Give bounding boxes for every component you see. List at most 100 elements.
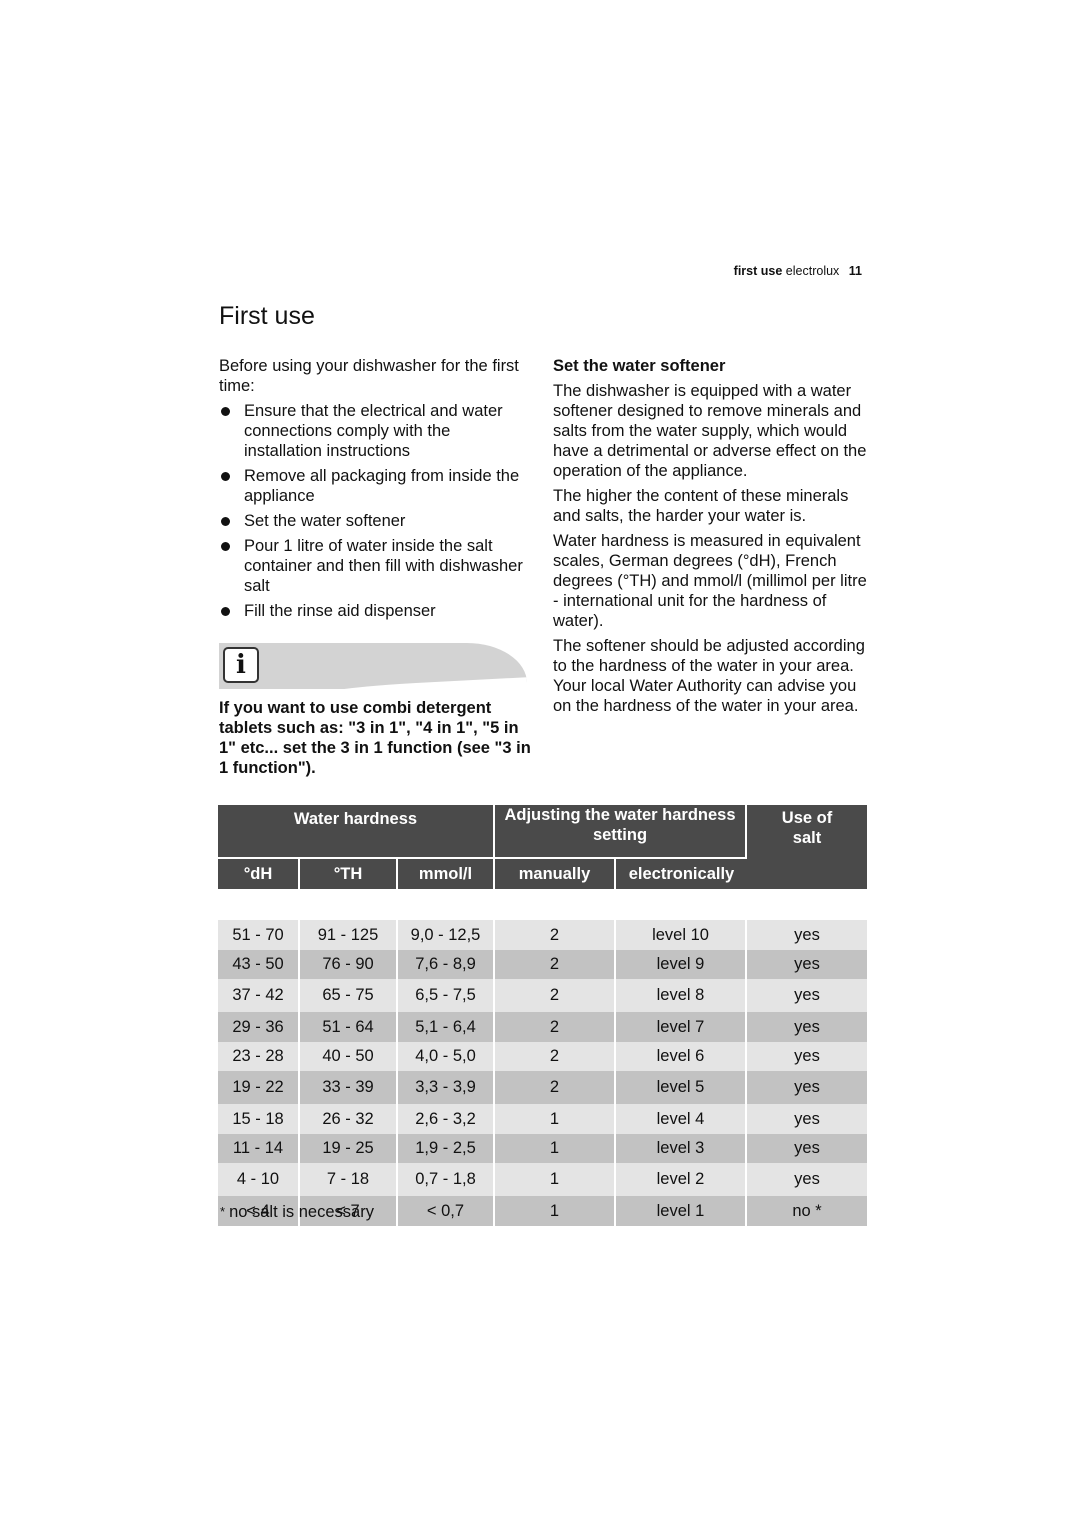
cell-dh: 43 - 50 bbox=[218, 950, 300, 979]
cell-electronically: level 8 bbox=[616, 979, 747, 1012]
cell-th: 51 - 64 bbox=[300, 1012, 398, 1042]
cell-salt: yes bbox=[747, 1104, 867, 1134]
cell-th: 19 - 25 bbox=[300, 1134, 398, 1163]
cell-dh: 4 - 10 bbox=[218, 1163, 300, 1196]
list-item: Set the water softener bbox=[219, 511, 529, 531]
cell-th: 33 - 39 bbox=[300, 1071, 398, 1104]
cell-electronically: level 7 bbox=[616, 1012, 747, 1042]
cell-th: 7 - 18 bbox=[300, 1163, 398, 1196]
cell-dh: 19 - 22 bbox=[218, 1071, 300, 1104]
cell-manually: 1 bbox=[495, 1163, 616, 1196]
header-mmol: mmol/l bbox=[398, 859, 495, 891]
bullet-icon bbox=[221, 607, 230, 616]
cell-dh: 15 - 18 bbox=[218, 1104, 300, 1134]
cell-mmol: 0,7 - 1,8 bbox=[398, 1163, 495, 1196]
cell-mmol: < 0,7 bbox=[398, 1196, 495, 1226]
cell-electronically: level 6 bbox=[616, 1042, 747, 1071]
cell-dh: 51 - 70 bbox=[218, 920, 300, 950]
left-column: Before using your dishwasher for the fir… bbox=[219, 356, 529, 626]
header-water-hardness: Water hardness bbox=[218, 805, 495, 859]
footnote-marker: * bbox=[220, 1204, 226, 1219]
footnote: * no salt is necessary bbox=[220, 1203, 374, 1222]
cell-dh: 11 - 14 bbox=[218, 1134, 300, 1163]
info-icon: i bbox=[223, 647, 259, 683]
table-row: 15 - 18 26 - 32 2,6 - 3,2 1 level 4 yes bbox=[218, 1104, 867, 1134]
cell-th: 76 - 90 bbox=[300, 950, 398, 979]
cell-th: 65 - 75 bbox=[300, 979, 398, 1012]
table-row: 37 - 42 65 - 75 6,5 - 7,5 2 level 8 yes bbox=[218, 979, 867, 1012]
list-item: Pour 1 litre of water inside the salt co… bbox=[219, 536, 529, 596]
page-title: First use bbox=[219, 302, 315, 330]
table-row: 19 - 22 33 - 39 3,3 - 3,9 2 level 5 yes bbox=[218, 1071, 867, 1104]
table-row: 51 - 70 91 - 125 9,0 - 12,5 2 level 10 yes bbox=[218, 920, 867, 950]
cell-mmol: 3,3 - 3,9 bbox=[398, 1071, 495, 1104]
table-row: 23 - 28 40 - 50 4,0 - 5,0 2 level 6 yes bbox=[218, 1042, 867, 1071]
bullet-icon bbox=[221, 517, 230, 526]
info-banner: i bbox=[219, 643, 527, 689]
cell-mmol: 9,0 - 12,5 bbox=[398, 920, 495, 950]
cell-electronically: level 1 bbox=[616, 1196, 747, 1226]
table-row: 43 - 50 76 - 90 7,6 - 8,9 2 level 9 yes bbox=[218, 950, 867, 979]
running-header: first use electrolux 11 bbox=[734, 264, 862, 278]
cell-salt: yes bbox=[747, 950, 867, 979]
header-th: °TH bbox=[300, 859, 398, 891]
page-number: 11 bbox=[848, 264, 862, 278]
cell-salt: yes bbox=[747, 1012, 867, 1042]
cell-manually: 2 bbox=[495, 979, 616, 1012]
cell-dh: 29 - 36 bbox=[218, 1012, 300, 1042]
cell-electronically: level 2 bbox=[616, 1163, 747, 1196]
cell-manually: 1 bbox=[495, 1104, 616, 1134]
cell-mmol: 7,6 - 8,9 bbox=[398, 950, 495, 979]
cell-electronically: level 5 bbox=[616, 1071, 747, 1104]
water-hardness-table: Water hardness Adjusting the water hardn… bbox=[218, 805, 867, 1226]
cell-mmol: 4,0 - 5,0 bbox=[398, 1042, 495, 1071]
table-row: 11 - 14 19 - 25 1,9 - 2,5 1 level 3 yes bbox=[218, 1134, 867, 1163]
right-column: Set the water softener The dishwasher is… bbox=[553, 356, 873, 721]
cell-manually: 1 bbox=[495, 1196, 616, 1226]
cell-electronically: level 10 bbox=[616, 920, 747, 950]
header-electronically: electronically bbox=[616, 859, 747, 891]
cell-salt: yes bbox=[747, 1134, 867, 1163]
cell-mmol: 6,5 - 7,5 bbox=[398, 979, 495, 1012]
cell-dh: 37 - 42 bbox=[218, 979, 300, 1012]
header-use-of-salt: Use of salt bbox=[747, 805, 867, 891]
cell-dh: 23 - 28 bbox=[218, 1042, 300, 1071]
header-manually: manually bbox=[495, 859, 616, 891]
cell-salt: no * bbox=[747, 1196, 867, 1226]
paragraph: Water hardness is measured in equivalent… bbox=[553, 532, 867, 630]
header-dh: °dH bbox=[218, 859, 300, 891]
table-row: 29 - 36 51 - 64 5,1 - 6,4 2 level 7 yes bbox=[218, 1012, 867, 1042]
cell-manually: 1 bbox=[495, 1134, 616, 1163]
preparation-list: Ensure that the electrical and water con… bbox=[219, 401, 529, 621]
cell-manually: 2 bbox=[495, 1042, 616, 1071]
cell-th: 91 - 125 bbox=[300, 920, 398, 950]
cell-salt: yes bbox=[747, 1042, 867, 1071]
running-header-section: first use bbox=[733, 264, 783, 278]
paragraph: The higher the content of these minerals… bbox=[553, 487, 849, 525]
cell-salt: yes bbox=[747, 1163, 867, 1196]
list-item: Ensure that the electrical and water con… bbox=[219, 401, 529, 461]
cell-manually: 2 bbox=[495, 1012, 616, 1042]
cell-salt: yes bbox=[747, 1071, 867, 1104]
section-heading: Set the water softener bbox=[553, 357, 726, 375]
paragraph: The dishwasher is equipped with a water … bbox=[553, 382, 867, 480]
cell-electronically: level 4 bbox=[616, 1104, 747, 1134]
bullet-icon bbox=[221, 472, 230, 481]
cell-electronically: level 9 bbox=[616, 950, 747, 979]
cell-salt: yes bbox=[747, 920, 867, 950]
cell-manually: 2 bbox=[495, 920, 616, 950]
cell-manually: 2 bbox=[495, 1071, 616, 1104]
intro-text: Before using your dishwasher for the fir… bbox=[219, 357, 519, 395]
info-note: If you want to use combi detergent table… bbox=[219, 699, 531, 777]
bullet-icon bbox=[221, 542, 230, 551]
cell-electronically: level 3 bbox=[616, 1134, 747, 1163]
paragraph: The softener should be adjusted accordin… bbox=[553, 637, 865, 715]
cell-mmol: 5,1 - 6,4 bbox=[398, 1012, 495, 1042]
cell-th: 26 - 32 bbox=[300, 1104, 398, 1134]
bullet-icon bbox=[221, 407, 230, 416]
list-item: Remove all packaging from inside the app… bbox=[219, 466, 529, 506]
footnote-text: no salt is necessary bbox=[229, 1203, 374, 1221]
cell-mmol: 2,6 - 3,2 bbox=[398, 1104, 495, 1134]
header-adjusting: Adjusting the water hardness setting bbox=[495, 805, 747, 859]
cell-th: 40 - 50 bbox=[300, 1042, 398, 1071]
